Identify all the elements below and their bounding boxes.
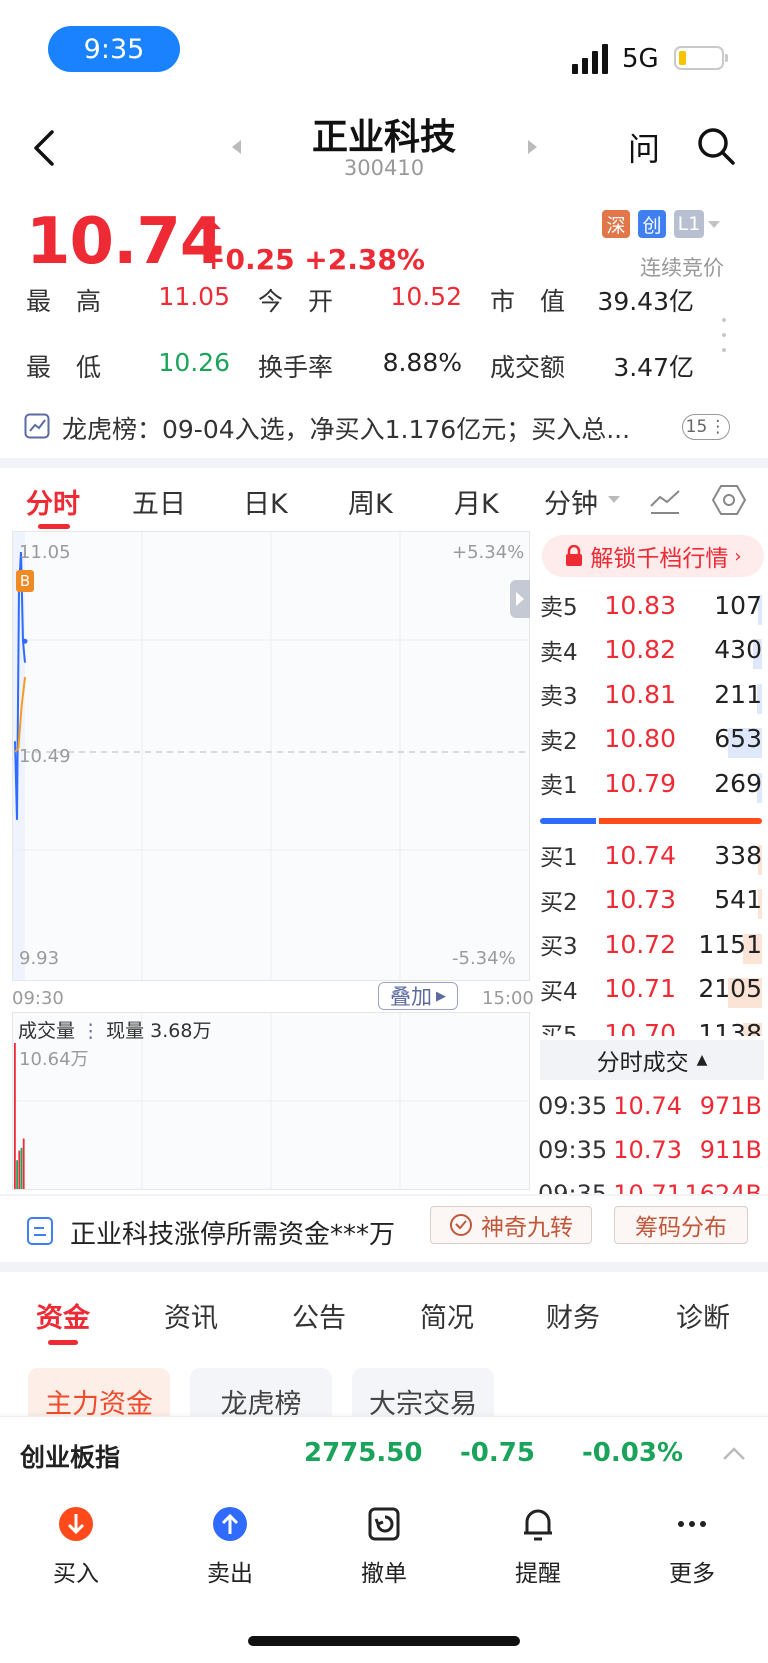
tab-news[interactable]: 资讯 [164,1296,218,1335]
bid-level-4[interactable]: 买4 10.71 2105 [540,967,762,1011]
level-volume-text: 1151 [698,929,762,959]
nav-alert[interactable]: 提醒 [488,1504,588,1588]
divider [0,1194,768,1196]
level-price: 10.70 [604,1018,676,1037]
tick-list: 09:35 10.74 971B 09:35 10.73 911B 09:35 10.71 16… [0,1082,768,1194]
tab-profile[interactable]: 简况 [420,1296,474,1335]
level-volume-text: 338 [714,840,762,870]
index-name: 创业板指 [20,1443,121,1472]
divider [0,1262,768,1272]
level-volume-text: 541 [714,885,762,914]
bid-levels: 买1 10.74 338 买2 10.73 541 买3 10.72 1151 买4 10.71 21… [0,0,768,1036]
nav-cancel-order[interactable]: 撤单 [334,1504,434,1588]
cancel-order-icon [368,1507,400,1541]
tick-volume: 971B [699,1092,762,1120]
level-volume: 1151 [676,929,762,964]
tick-time: 09:35 [538,1092,608,1120]
level-price: 10.74 [604,840,676,870]
tick-volume: 1624B [684,1180,762,1194]
buy-icon [59,1507,93,1541]
nav-more[interactable]: 更多 [642,1504,742,1588]
more-icon [678,1521,706,1527]
tick-row: 09:35 10.74 971B [538,1092,762,1120]
tick-row: 09:35 10.71 1624B [538,1180,762,1194]
index-change-percent: -0.03% [582,1438,683,1468]
tick-price: 10.71 [613,1180,682,1194]
nav-cancel-label: 撤单 [361,1561,407,1587]
ticks-header[interactable]: 分时成交 ▲ [540,1040,764,1080]
level-label: 买3 [540,934,578,960]
magic-nine-label: 神奇九转 [481,1215,573,1241]
document-icon [27,1217,53,1245]
chip-distribution-button[interactable]: 筹码分布 [614,1206,748,1244]
bell-icon [524,1509,552,1541]
tick-volume: 911B [699,1136,762,1164]
tab-underline [48,1340,78,1345]
sell-icon [213,1507,247,1541]
bid-level-2[interactable]: 买2 10.73 541 [540,878,762,922]
nav-sell-label: 卖出 [207,1561,253,1587]
nav-buy-label: 买入 [53,1561,99,1587]
nav-alert-label: 提醒 [515,1561,561,1587]
chevron-up-icon[interactable] [722,1446,746,1462]
check-circle-icon [450,1214,472,1236]
nav-sell[interactable]: 卖出 [180,1504,280,1588]
tab-finance[interactable]: 财务 [546,1296,600,1335]
bid-level-1[interactable]: 买1 10.74 338 [540,833,762,877]
magic-nine-button[interactable]: 神奇九转 [430,1206,592,1244]
level-label: 买5 [540,1023,578,1036]
level-volume: 2105 [676,974,762,1008]
level-volume: 1138 [676,1018,762,1037]
level-volume: 541 [676,885,762,919]
bid-level-5[interactable]: 买5 10.70 1138 [540,1011,762,1036]
bid-level-3[interactable]: 买3 10.72 1151 [540,922,762,966]
nav-buy[interactable]: 买入 [26,1504,126,1588]
nav-more-label: 更多 [669,1561,715,1587]
level-label: 买1 [540,845,578,871]
tab-funds[interactable]: 资金 [36,1296,90,1335]
ticks-header-label: 分时成交 [596,1050,689,1076]
tick-time: 09:35 [538,1180,608,1194]
level-label: 买2 [540,889,578,916]
level-price: 10.73 [604,885,676,914]
level-price: 10.71 [604,974,676,1003]
tick-row: 09:35 10.73 911B [538,1136,762,1164]
index-change: -0.75 [460,1438,535,1468]
tick-price: 10.74 [613,1092,682,1120]
level-volume-text: 2105 [698,974,762,1003]
limit-up-fund-text[interactable]: 正业科技涨停所需资金***万 [70,1214,395,1251]
index-value: 2775.50 [304,1438,423,1468]
level-volume: 338 [676,840,762,875]
tick-price: 10.73 [613,1136,682,1164]
level-price: 10.72 [604,929,676,959]
level-volume-text: 1138 [698,1018,762,1037]
tab-diagnosis[interactable]: 诊断 [676,1296,730,1335]
tick-time: 09:35 [538,1136,608,1164]
tab-announcements[interactable]: 公告 [292,1296,346,1335]
level-label: 买4 [540,978,578,1005]
volume-max: 10.64万 [19,1049,89,1070]
home-indicator [248,1636,520,1646]
